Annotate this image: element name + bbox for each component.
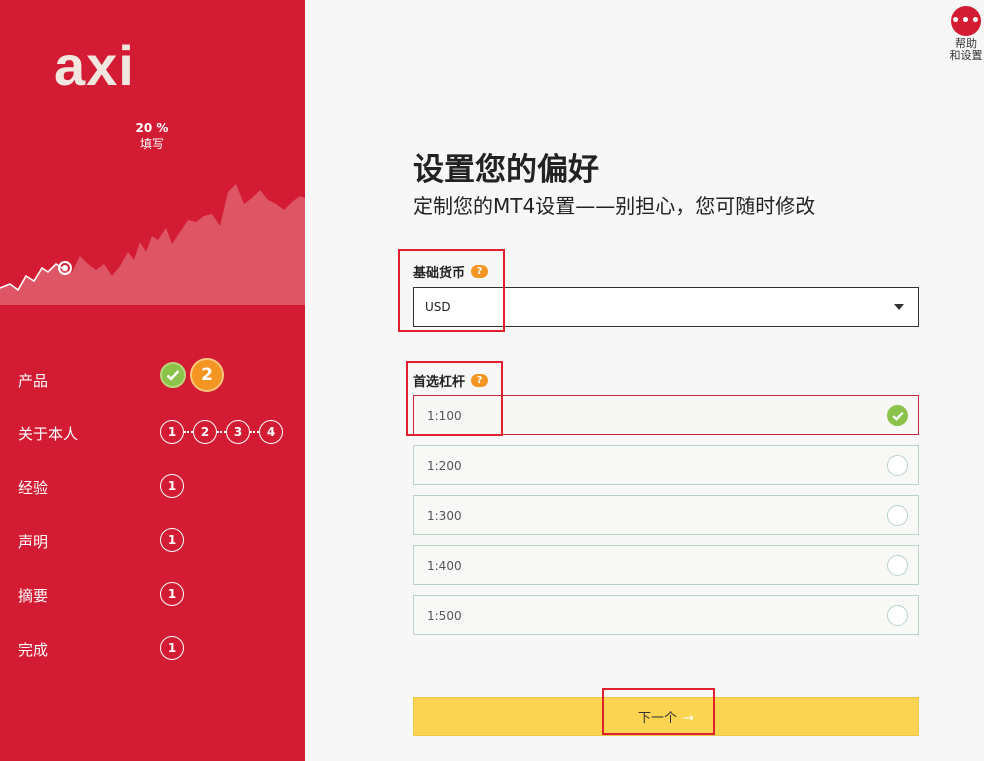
leverage-option-1-400[interactable]: 1:400: [413, 545, 919, 585]
step-dots: 1 2 3 4: [160, 419, 283, 445]
step-declaration[interactable]: 声明 1: [0, 525, 305, 555]
substep-dot: 1: [160, 528, 184, 552]
more-icon[interactable]: •••: [951, 6, 981, 36]
step-product[interactable]: 产品 2: [0, 358, 305, 394]
leverage-option-1-300[interactable]: 1:300: [413, 495, 919, 535]
leverage-option-1-200[interactable]: 1:200: [413, 445, 919, 485]
step-dots: 1: [160, 581, 184, 607]
step-dots: 1: [160, 527, 184, 553]
step-label: 摘要: [18, 587, 49, 605]
substep-dot: 1: [160, 474, 184, 498]
annotation-box-currency: [398, 249, 505, 332]
page-subtitle: 定制您的MT4设置——别担心，您可随时修改: [413, 194, 816, 218]
step-label: 经验: [18, 479, 49, 497]
substep-connector: [184, 431, 193, 433]
step-label: 关于本人: [18, 425, 79, 443]
step-label: 完成: [18, 641, 49, 659]
step-dots: 1: [160, 473, 184, 499]
help-settings[interactable]: ••• 帮助 和设置: [946, 6, 984, 62]
chevron-down-icon: [894, 304, 904, 310]
radio-icon: [887, 555, 908, 576]
progress-indicator: 20 % 填写: [100, 120, 204, 152]
radio-icon: [887, 505, 908, 526]
substep-connector: [250, 431, 259, 433]
radio-icon: [887, 605, 908, 626]
step-about-me[interactable]: 关于本人 1 2 3 4: [0, 417, 305, 447]
selected-check-icon: [887, 405, 908, 426]
progress-label: 填写: [139, 137, 164, 151]
substep-connector: [217, 431, 226, 433]
leverage-option-label: 1:400: [427, 559, 462, 573]
substep-dot: 3: [226, 420, 250, 444]
annotation-box-next: [602, 688, 715, 735]
step-label: 声明: [18, 533, 49, 551]
leverage-option-label: 1:500: [427, 609, 462, 623]
progress-chart: [0, 184, 305, 305]
step-label: 产品: [18, 372, 49, 390]
axi-logo: axi: [54, 34, 135, 97]
progress-percent: 20 %: [135, 121, 169, 135]
annotation-box-leverage: [406, 361, 503, 436]
page-title: 设置您的偏好: [413, 152, 599, 188]
leverage-option-label: 1:200: [427, 459, 462, 473]
help-label-line2: 和设置: [949, 49, 983, 62]
step-active-number: 2: [190, 358, 224, 392]
chart-current-point-center: [62, 265, 68, 271]
sidebar: axi 20 % 填写 产品 2 关于本人 1 2 3 4 经验 1 声明 1 …: [0, 0, 305, 761]
leverage-option-label: 1:300: [427, 509, 462, 523]
step-complete-check-icon: [160, 362, 186, 388]
radio-icon: [887, 455, 908, 476]
step-complete[interactable]: 完成 1: [0, 633, 305, 663]
substep-dot: 1: [160, 582, 184, 606]
chart-area: [0, 184, 305, 305]
substep-dot: 2: [193, 420, 217, 444]
leverage-option-1-500[interactable]: 1:500: [413, 595, 919, 635]
substep-dot: 1: [160, 420, 184, 444]
substep-dot: 4: [259, 420, 283, 444]
step-dots: 2: [160, 358, 224, 392]
step-dots: 1: [160, 635, 184, 661]
step-experience[interactable]: 经验 1: [0, 471, 305, 501]
step-summary[interactable]: 摘要 1: [0, 579, 305, 609]
substep-dot: 1: [160, 636, 184, 660]
